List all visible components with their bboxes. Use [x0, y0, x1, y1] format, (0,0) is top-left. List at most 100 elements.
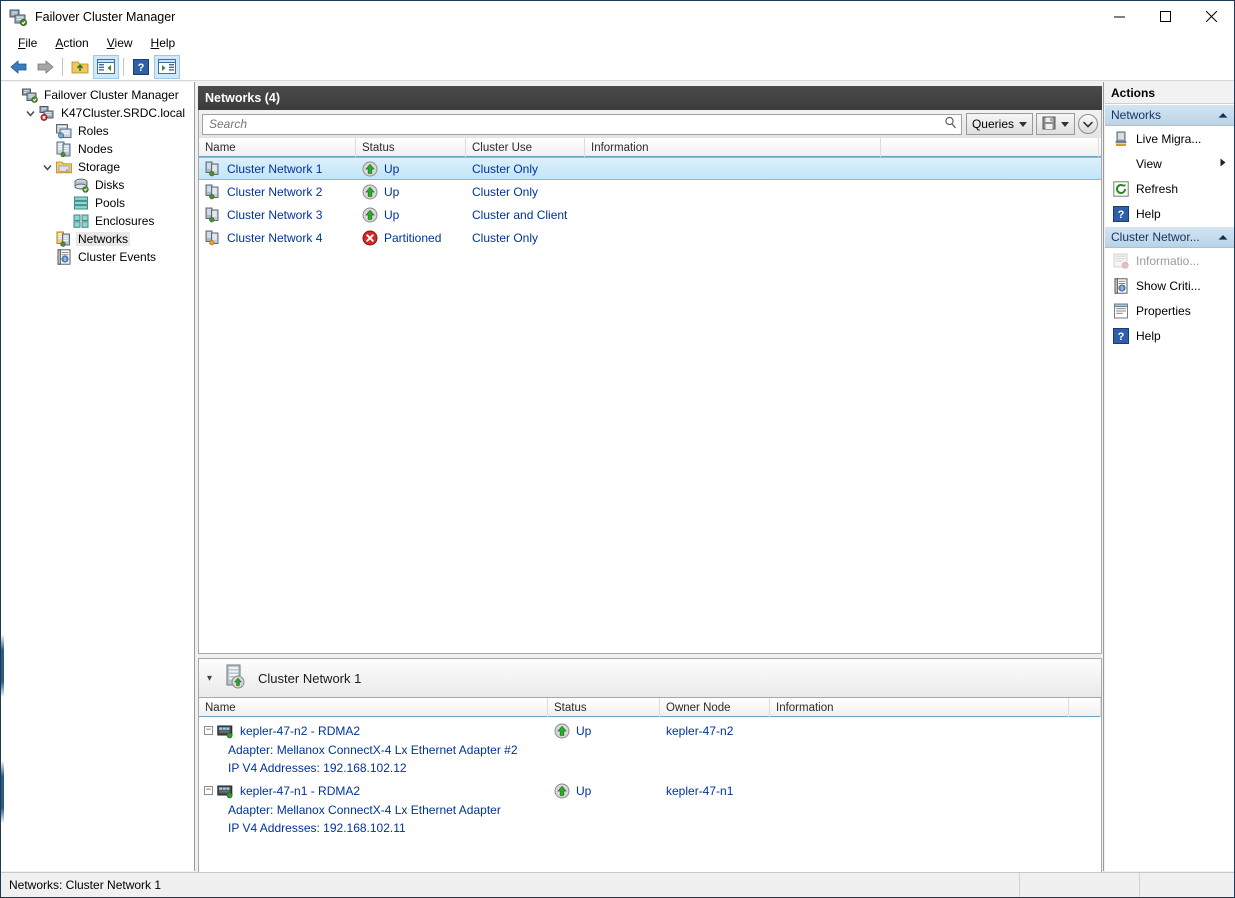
table-row[interactable]: Cluster Network 2 Up Cluster Only: [199, 180, 1101, 203]
show-critical-events-icon: i: [1111, 277, 1131, 295]
menu-view[interactable]: View: [98, 34, 142, 52]
properties-icon: [1111, 302, 1131, 320]
search-box[interactable]: [202, 113, 962, 135]
detail-col-name[interactable]: Name: [199, 698, 548, 717]
help-question-icon[interactable]: ?: [128, 55, 154, 79]
minimize-button[interactable]: [1096, 1, 1142, 32]
tree-item-enclosures[interactable]: Enclosures: [1, 212, 194, 230]
status-up-icon: [362, 161, 380, 177]
tree-twisty-empty: [56, 213, 72, 229]
tree-item-cluster-events[interactable]: i Cluster Events: [1, 248, 194, 266]
folder-up-icon[interactable]: [67, 55, 93, 79]
tree-item-label: Disks: [95, 178, 125, 192]
action-item-properties[interactable]: Properties: [1105, 298, 1234, 323]
detail-row[interactable]: − kepler-47-n1 - RDMA2 Up kepler-47-n1: [199, 780, 1101, 801]
forward-arrow-icon[interactable]: [32, 55, 58, 79]
maximize-button[interactable]: [1142, 1, 1188, 32]
actions-group-header[interactable]: Networks: [1105, 104, 1234, 126]
detail-header[interactable]: ▾ Cluster Network 1: [198, 658, 1102, 698]
collapse-expander-icon[interactable]: −: [204, 786, 213, 795]
tree-item-failover-cluster-manager[interactable]: Failover Cluster Manager: [1, 86, 194, 104]
pools-icon: [72, 195, 90, 211]
actions-group-header[interactable]: Cluster Networ...: [1105, 226, 1234, 248]
networks-col-blank[interactable]: [881, 138, 1099, 157]
detail-name-label: kepler-47-n2 - RDMA2: [240, 723, 361, 738]
show-hide-action-pane-icon[interactable]: [154, 54, 180, 79]
storage-folder-icon: [55, 159, 73, 175]
detail-col-information[interactable]: Information: [770, 698, 1069, 717]
network-list-warn-icon: [205, 230, 223, 246]
collapse-expander-icon[interactable]: −: [204, 726, 213, 735]
back-arrow-icon[interactable]: [6, 55, 32, 79]
tree-item-disks[interactable]: Disks: [1, 176, 194, 194]
tree-item-roles[interactable]: Roles: [1, 122, 194, 140]
chevron-down-circle-icon[interactable]: [1078, 114, 1098, 134]
tree-twisty-empty: [39, 231, 55, 247]
network-name-cell: Cluster Network 4: [199, 226, 356, 249]
status-error-icon: [362, 230, 380, 246]
tree-item-nodes[interactable]: Nodes: [1, 140, 194, 158]
tree-twisty-empty: [5, 87, 21, 103]
action-item-help[interactable]: ? Help: [1105, 323, 1234, 348]
networks-col-name[interactable]: Name: [199, 138, 356, 157]
close-button[interactable]: [1188, 1, 1234, 32]
disks-icon: [72, 177, 90, 193]
tree-item-pools[interactable]: Pools: [1, 194, 194, 212]
console-tree-pane: Failover Cluster Manager K47Cluster.SRDC…: [1, 82, 195, 871]
menu-bar: File Action View Help: [1, 32, 1234, 53]
svg-text:?: ?: [138, 62, 145, 74]
information-cell: [585, 226, 881, 249]
chevron-down-icon: [1019, 121, 1027, 127]
network-name-cell: Cluster Network 3: [199, 203, 356, 226]
action-item-label: Informatio...: [1136, 253, 1200, 268]
information-cell: [585, 158, 881, 179]
networks-col-information[interactable]: Information: [585, 138, 881, 157]
magnifier-icon[interactable]: [944, 116, 957, 132]
network-list-icon: [205, 184, 223, 200]
networks-col-status[interactable]: Status: [356, 138, 466, 157]
tree-item-k47cluster-srdc-local[interactable]: K47Cluster.SRDC.local: [1, 104, 194, 122]
chevron-down-icon[interactable]: [22, 105, 38, 121]
tree-item-label: Roles: [78, 124, 109, 138]
results-pane: Networks (4) Queries: [196, 82, 1104, 897]
table-row[interactable]: Cluster Network 1 Up Cluster Only: [199, 157, 1101, 180]
chevron-down-icon[interactable]: ▾: [207, 673, 212, 684]
tree-item-storage[interactable]: Storage: [1, 158, 194, 176]
action-item-view[interactable]: View: [1105, 151, 1234, 176]
menu-action[interactable]: Action: [46, 34, 97, 52]
svg-text:?: ?: [1118, 209, 1125, 221]
triangle-up-icon[interactable]: [1218, 108, 1228, 122]
detail-status-cell: Up: [548, 780, 660, 801]
table-row[interactable]: Cluster Network 3 Up Cluster and Client: [199, 203, 1101, 226]
show-hide-console-tree-icon[interactable]: [93, 54, 119, 79]
detail-col-blank[interactable]: [1069, 698, 1101, 717]
detail-information-cell: [770, 720, 1069, 741]
detail-row[interactable]: − kepler-47-n2 - RDMA2 Up kepler-47-n2: [199, 720, 1101, 741]
information-details-icon: [1111, 252, 1131, 270]
save-query-button[interactable]: [1036, 113, 1075, 135]
tree-item-label: Cluster Events: [78, 250, 157, 264]
search-input[interactable]: [207, 116, 944, 132]
table-row[interactable]: Cluster Network 4 Partitioned Cluster Onl…: [199, 226, 1101, 249]
queries-button[interactable]: Queries: [965, 113, 1033, 135]
detail-col-owner-node[interactable]: Owner Node: [660, 698, 770, 717]
status-segment-1: [1019, 872, 1139, 897]
tree-item-networks[interactable]: Networks: [1, 230, 194, 248]
status-up-icon: [362, 207, 380, 223]
chevron-down-icon[interactable]: [39, 159, 55, 175]
action-item-refresh[interactable]: Refresh: [1105, 176, 1234, 201]
triangle-up-icon[interactable]: [1218, 230, 1228, 244]
detail-col-status[interactable]: Status: [548, 698, 660, 717]
action-item-help[interactable]: ? Help: [1105, 201, 1234, 226]
action-item-live-migra[interactable]: Live Migra...: [1105, 126, 1234, 151]
networks-col-cluster-use[interactable]: Cluster Use: [466, 138, 585, 157]
detail-status-label: Up: [576, 723, 592, 738]
menu-file[interactable]: File: [9, 34, 46, 52]
filter-bar: Queries: [198, 110, 1102, 138]
status-cell: Partitioned: [356, 226, 466, 249]
menu-help[interactable]: Help: [142, 34, 185, 52]
status-label: Up: [384, 207, 400, 222]
cluster-events-icon: i: [55, 249, 73, 265]
action-item-show-criti[interactable]: i Show Criti...: [1105, 273, 1234, 298]
network-name-label: Cluster Network 4: [227, 230, 323, 245]
